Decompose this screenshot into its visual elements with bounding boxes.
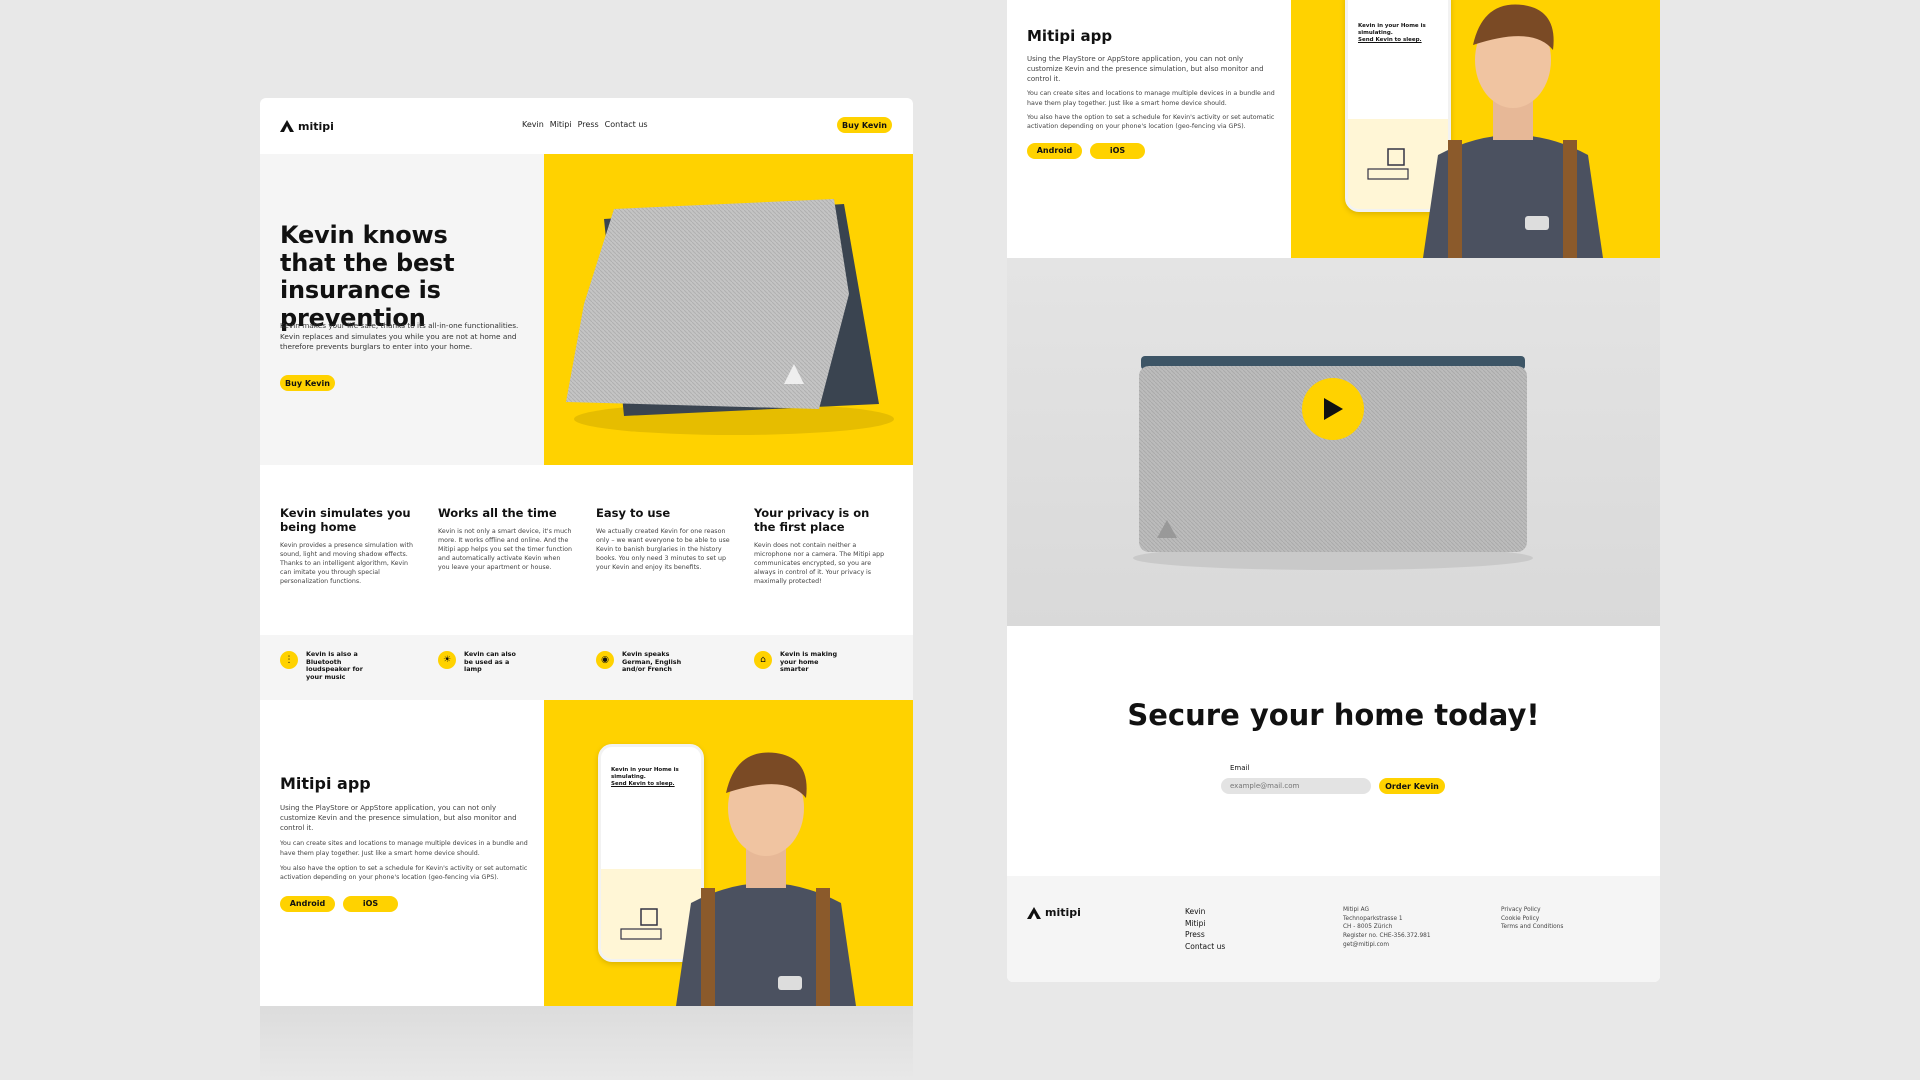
badge-text: Kevin is making your home smarter <box>780 650 838 674</box>
app-paragraph: You can create sites and locations to ma… <box>280 840 528 857</box>
app-paragraph: You can create sites and locations to ma… <box>1027 90 1275 107</box>
ios-button[interactable]: iOS <box>1090 142 1145 159</box>
email-input[interactable] <box>1221 778 1371 794</box>
brand-logo[interactable]: mitipi <box>280 120 334 133</box>
left-page-panel: mitipi Kevin Mitipi Press Contact us Buy… <box>260 98 913 1080</box>
feature-title: Your privacy is on the first place <box>754 506 870 534</box>
app-section-top: Mitipi app Using the PlayStore or AppSto… <box>1007 0 1660 258</box>
feature-card: Your privacy is on the first place Kevin… <box>754 506 894 586</box>
badges-strip: ⋮ Kevin is also a Bluetooth loudspeaker … <box>260 635 913 700</box>
footer-legal: Privacy Policy Cookie Policy Terms and C… <box>1501 906 1563 932</box>
person-photo <box>666 738 866 1006</box>
features-section: Kevin simulates you being home Kevin pro… <box>260 465 913 635</box>
play-video-button[interactable] <box>1302 378 1364 440</box>
app-title: Mitipi app <box>280 774 371 793</box>
header-buy-button[interactable]: Buy Kevin <box>837 117 892 133</box>
site-footer: mitipi Kevin Mitipi Press Contact us Mit… <box>1007 876 1660 982</box>
badge-item: ⋮ Kevin is also a Bluetooth loudspeaker … <box>280 650 366 682</box>
person-photo <box>1413 0 1613 258</box>
nav-link-press[interactable]: Press <box>578 120 599 129</box>
hero-buy-button[interactable]: Buy Kevin <box>280 375 335 391</box>
app-title: Mitipi app <box>1027 27 1113 45</box>
play-icon <box>1324 398 1343 420</box>
kevin-device-illustration <box>566 199 894 435</box>
badge-item: ⌂ Kevin is making your home smarter <box>754 650 840 674</box>
privacy-policy-link[interactable]: Privacy Policy <box>1501 906 1563 915</box>
footer-link-mitipi[interactable]: Mitipi <box>1185 918 1225 930</box>
footer-link-kevin[interactable]: Kevin <box>1185 906 1225 918</box>
badge-text: Kevin speaks German, English and/or Fren… <box>622 650 682 674</box>
feature-card: Works all the time Kevin is not only a s… <box>438 506 572 572</box>
app-section: Mitipi app Using the PlayStore or AppSto… <box>260 700 913 1006</box>
main-nav: Kevin Mitipi Press Contact us <box>516 120 648 129</box>
badge-item: ◉ Kevin speaks German, English and/or Fr… <box>596 650 682 674</box>
nav-link-contact[interactable]: Contact us <box>605 120 648 129</box>
bluetooth-icon: ⋮ <box>280 651 298 669</box>
app-paragraph: Using the PlayStore or AppStore applicat… <box>1027 55 1264 84</box>
feature-title: Works all the time <box>438 506 557 520</box>
cta-title: Secure your home today! <box>1127 698 1540 732</box>
ios-button[interactable]: iOS <box>343 895 398 912</box>
hero-text: Kevin makes your life safe, thanks to it… <box>280 321 519 352</box>
feature-text: We actually created Kevin for one reason… <box>596 527 730 572</box>
hero-title: Kevin knows that the best insurance is p… <box>280 221 455 332</box>
nav-link-kevin[interactable]: Kevin <box>522 120 544 129</box>
app-paragraph: You also have the option to set a schedu… <box>1027 113 1275 130</box>
feature-card: Easy to use We actually created Kevin fo… <box>596 506 730 572</box>
site-header: mitipi Kevin Mitipi Press Contact us Buy… <box>260 98 913 154</box>
feature-text: Kevin is not only a smart device, it's m… <box>438 527 572 572</box>
footer-link-press[interactable]: Press <box>1185 929 1225 941</box>
app-paragraph: Using the PlayStore or AppStore applicat… <box>280 804 517 833</box>
order-button[interactable]: Order Kevin <box>1379 778 1445 794</box>
footer-address: Mitipi AG Technoparkstrasse 1 CH - 8005 … <box>1343 906 1431 949</box>
footer-links: Kevin Mitipi Press Contact us <box>1185 906 1225 953</box>
right-page-panel: Mitipi app Using the PlayStore or AppSto… <box>1007 0 1660 982</box>
android-button[interactable]: Android <box>280 895 335 912</box>
address-line: Register no. CHE-356.372.981 <box>1343 933 1431 940</box>
video-section-preview <box>260 1006 913 1080</box>
mitipi-logo-icon <box>280 120 294 132</box>
terms-link[interactable]: Terms and Conditions <box>1501 923 1563 932</box>
lamp-icon: ☀ <box>438 651 456 669</box>
feature-text: Kevin provides a presence simulation wit… <box>280 541 413 586</box>
feature-title: Kevin simulates you being home <box>280 506 411 534</box>
home-icon: ⌂ <box>754 651 772 669</box>
kevin-device-photo <box>1133 356 1533 570</box>
badge-text: Kevin is also a Bluetooth loudspeaker fo… <box>306 650 363 682</box>
address-line: Mitipi AG <box>1343 907 1369 913</box>
app-image: Kevin in your Home is simulating. Send K… <box>544 700 913 1006</box>
app-image: Kevin in your Home is simulating. Send K… <box>1291 0 1660 258</box>
app-text-area: Mitipi app Using the PlayStore or AppSto… <box>280 774 530 912</box>
feature-card: Kevin simulates you being home Kevin pro… <box>280 506 420 586</box>
hero-text-area: Kevin knows that the best insurance is p… <box>260 154 544 465</box>
email-label: Email <box>1230 764 1250 772</box>
app-text-area: Mitipi app Using the PlayStore or AppSto… <box>1027 27 1277 159</box>
cookie-policy-link[interactable]: Cookie Policy <box>1501 915 1563 924</box>
video-section <box>1007 258 1660 626</box>
hero-product-image <box>544 154 913 465</box>
badge-text: Kevin can also be used as a lamp <box>464 650 516 674</box>
badge-item: ☀ Kevin can also be used as a lamp <box>438 650 524 674</box>
feature-title: Easy to use <box>596 506 671 520</box>
nav-link-mitipi[interactable]: Mitipi <box>550 120 572 129</box>
footer-link-contact[interactable]: Contact us <box>1185 941 1225 953</box>
brand-name: mitipi <box>1045 906 1081 919</box>
cta-section: Secure your home today! Email Order Kevi… <box>1007 626 1660 876</box>
footer-email-link[interactable]: get@mitipi.com <box>1343 941 1431 950</box>
brand-name: mitipi <box>298 119 334 133</box>
android-button[interactable]: Android <box>1027 142 1082 159</box>
footer-logo[interactable]: mitipi <box>1027 906 1081 919</box>
address-line: CH - 8005 Zürich <box>1343 924 1393 931</box>
language-icon: ◉ <box>596 651 614 669</box>
mitipi-logo-icon <box>1027 906 1041 919</box>
address-line: Technoparkstrasse 1 <box>1343 915 1403 922</box>
feature-text: Kevin does not contain neither a microph… <box>754 541 885 586</box>
app-paragraph: You also have the option to set a schedu… <box>280 864 528 881</box>
